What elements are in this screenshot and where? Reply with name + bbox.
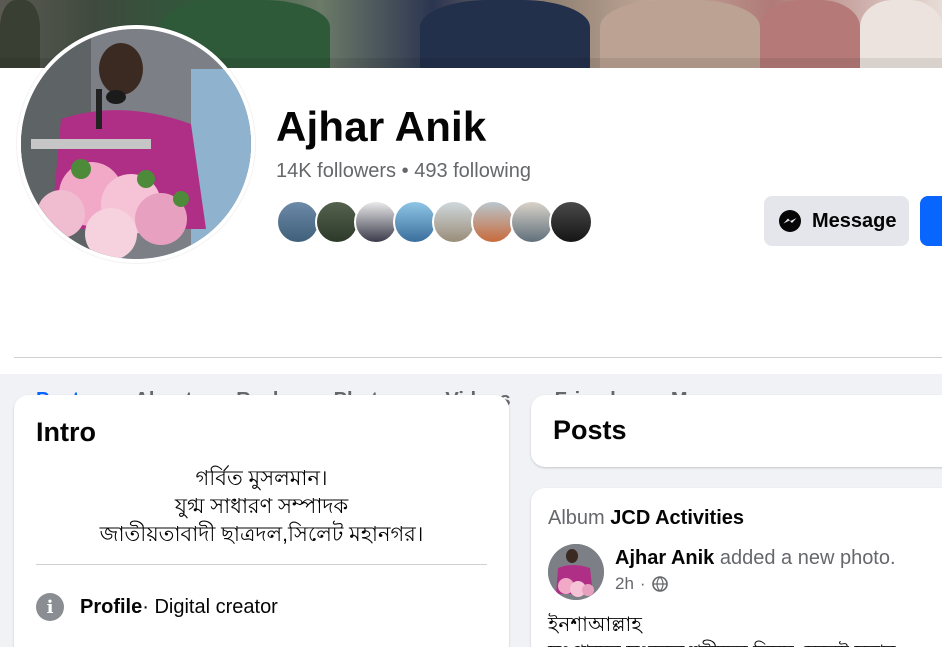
- post-meta: 2h ·: [615, 574, 668, 594]
- intro-divider: [36, 564, 487, 565]
- avatar-photo: [21, 29, 251, 259]
- primary-action-button[interactable]: [920, 196, 942, 246]
- bio-line: গর্বিত মুসলমান।: [195, 467, 328, 490]
- intro-bio: গর্বিত মুসলমান। যুগ্ম সাধারণ সম্পাদক জাত…: [14, 465, 509, 549]
- posts-header-card: Posts: [531, 395, 942, 467]
- intro-card: Intro গর্বিত মুসলমান। যুগ্ম সাধারণ সম্পা…: [14, 395, 509, 647]
- message-button[interactable]: Message: [764, 196, 909, 246]
- profile-name: Ajhar Anik: [276, 103, 487, 150]
- friend-avatar[interactable]: [315, 200, 359, 244]
- friend-avatar[interactable]: [354, 200, 398, 244]
- friend-avatar[interactable]: [510, 200, 554, 244]
- friend-avatar[interactable]: [432, 200, 476, 244]
- post-time[interactable]: 2h: [615, 574, 634, 594]
- profile-label: Profile: [80, 595, 143, 618]
- friend-avatar[interactable]: [276, 200, 320, 244]
- globe-icon: [651, 576, 668, 592]
- album-line: Album JCD Activities: [548, 507, 744, 530]
- messenger-icon: [779, 210, 801, 232]
- post-card: Album JCD Activities Ajhar Anik added a …: [531, 488, 942, 647]
- posts-title: Posts: [553, 415, 627, 445]
- stats-separator: •: [401, 160, 409, 182]
- profile-avatar[interactable]: [21, 29, 251, 259]
- intro-title: Intro: [36, 417, 96, 447]
- friend-avatar[interactable]: [393, 200, 437, 244]
- post-author-avatar[interactable]: [548, 544, 604, 600]
- friend-avatar[interactable]: [549, 200, 593, 244]
- post-author-name[interactable]: Ajhar Anik: [615, 547, 714, 569]
- meta-dot: ·: [639, 574, 646, 593]
- post-text-line: সংগ্রামের সংকল্পে শহীদের নিয়ম মেনেই সবা…: [548, 638, 896, 647]
- info-icon: i: [36, 593, 64, 621]
- friend-avatar[interactable]: [471, 200, 515, 244]
- bio-line: যুগ্ম সাধারণ সম্পাদক: [174, 495, 349, 518]
- follow-stats: 14K followers • 493 following: [276, 160, 531, 183]
- post-action: added a new photo.: [719, 547, 896, 569]
- post-avatar-photo: [548, 544, 604, 600]
- album-name-link[interactable]: JCD Activities: [610, 507, 744, 529]
- post-author-line: Ajhar Anik added a new photo.: [615, 547, 896, 570]
- album-prefix: Album: [548, 507, 605, 529]
- followers-link[interactable]: 14K followers: [276, 160, 396, 182]
- profile-category-value: · Digital creator: [142, 595, 278, 618]
- bio-line: জাতীয়তাবাদী ছাত্রদল,সিলেট মহানগর।: [99, 523, 424, 546]
- profile-category: i Profile · Digital creator: [36, 593, 278, 621]
- message-label: Message: [812, 209, 897, 232]
- following-link[interactable]: 493 following: [414, 160, 531, 182]
